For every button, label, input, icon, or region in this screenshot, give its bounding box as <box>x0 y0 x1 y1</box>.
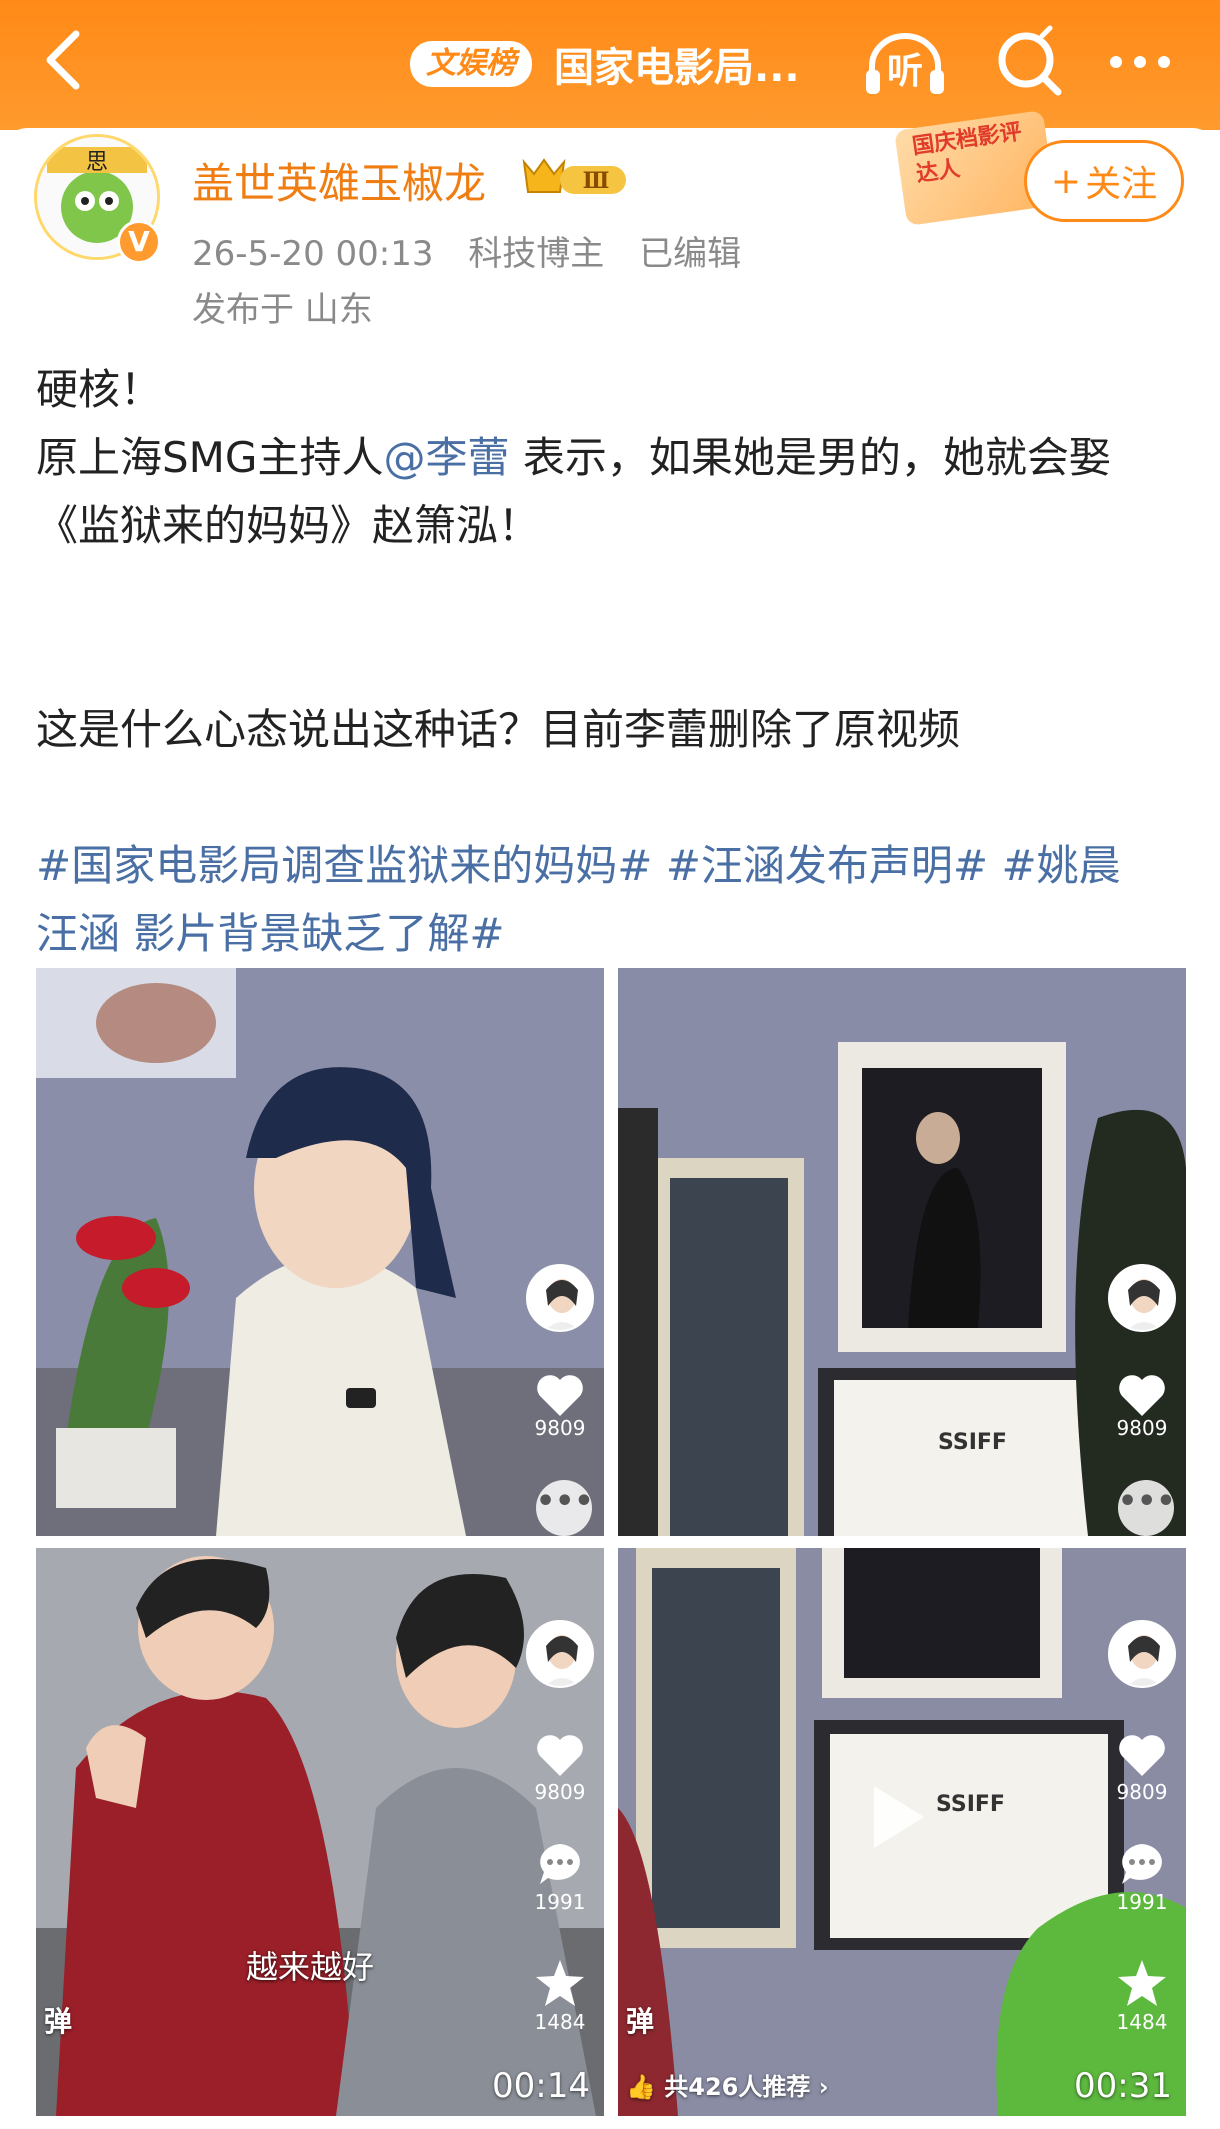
top-bar: 文娱榜 国家电影局... 听 <box>0 0 1220 130</box>
video-duration: 00:31 <box>1074 2066 1172 2106</box>
creator-avatar[interactable] <box>1108 1264 1176 1332</box>
verified-badge: V <box>117 220 161 264</box>
video-thumbnail-woman-interview <box>36 968 604 1536</box>
post-content: 硬核！ 原上海SMG主持人@李蕾 表示，如果她是男的，她就会娶 《监狱来的妈妈》… <box>36 356 1196 968</box>
hashtags-line-2[interactable]: 汪涵 影片背景缺乏了解# <box>36 900 1196 968</box>
content-line-4: 这是什么心态说出这种话？目前李蕾删除了原视频 <box>36 705 961 754</box>
video-thumbnail-wall-frames <box>618 968 1186 1536</box>
level-badge-text: Ⅲ <box>583 168 610 194</box>
post-date: 26-5-20 00:13 <box>192 234 434 274</box>
heart-icon[interactable] <box>534 1372 586 1422</box>
post-meta: 26-5-20 00:13 科技博主 已编辑 <box>192 226 765 275</box>
more-dots-button[interactable]: ••• <box>536 1480 594 1536</box>
media-tile-2[interactable]: SSIFF 9809 ••• <box>618 968 1186 1536</box>
comment-count: 1991 <box>1116 1890 1168 1914</box>
video-subtitle: 越来越好 <box>246 1948 375 1986</box>
star-icon[interactable] <box>1116 1958 1168 2012</box>
author-name[interactable]: 盖世英雄玉椒龙 <box>192 150 486 211</box>
media-tile-1[interactable]: 9809 ••• <box>36 968 604 1536</box>
chevron-left-icon <box>46 30 80 90</box>
back-button[interactable] <box>36 22 96 98</box>
search-icon <box>998 25 1062 96</box>
search-button[interactable] <box>990 22 1070 102</box>
plus-icon: + <box>1050 160 1082 202</box>
content-line-3: 《监狱来的妈妈》赵箫泓！ <box>36 501 541 550</box>
danmaku-toggle[interactable]: 弹 <box>44 2000 72 2040</box>
comment-icon[interactable] <box>1116 1840 1168 1892</box>
author-role: 科技博主 <box>468 234 605 274</box>
comment-count: 1991 <box>534 1890 586 1914</box>
level-badge-icon: Ⅲ <box>522 158 626 194</box>
follow-label: 关注 <box>1085 164 1158 205</box>
media-tile-4[interactable]: SSIFF 弹 9809 1991 1484 👍 共426人推荐 › 00:31 <box>618 1548 1186 2116</box>
heart-icon[interactable] <box>1116 1372 1168 1422</box>
post-location: 发布于 山东 <box>192 290 373 330</box>
content-line-2-start: 原上海SMG主持人 <box>36 433 384 482</box>
title-wrap: 文娱榜 国家电影局... <box>410 36 800 92</box>
more-dots-button[interactable]: ••• <box>1118 1480 1176 1536</box>
like-count: 9809 <box>1116 1416 1168 1440</box>
favorite-count: 1484 <box>534 2010 586 2034</box>
heart-icon[interactable] <box>534 1732 586 1782</box>
listen-button[interactable]: 听 <box>860 24 950 104</box>
listen-label: 听 <box>886 51 923 92</box>
danmaku-toggle[interactable]: 弹 <box>626 2000 654 2040</box>
comment-icon[interactable] <box>534 1840 586 1892</box>
play-icon[interactable] <box>868 1782 928 1852</box>
weibo-post-page: 文娱榜 国家电影局... 听 思 V 盖世英雄玉椒龙 Ⅲ 26-5-20 00:… <box>0 0 1220 2129</box>
edited-label[interactable]: 已编辑 <box>639 234 741 274</box>
content-line-2: 原上海SMG主持人@李蕾 表示，如果她是男的，她就会娶 <box>36 424 1196 492</box>
recommend-count[interactable]: 👍 共426人推荐 › <box>626 2067 829 2102</box>
video-duration: 00:14 <box>492 2066 590 2106</box>
chevron-right-icon: › <box>818 2073 829 2101</box>
creator-avatar[interactable] <box>526 1264 594 1332</box>
media-tile-3[interactable]: 越来越好 弹 9809 1991 1484 00:14 <box>36 1548 604 2116</box>
rank-badge[interactable]: 文娱榜 <box>410 41 532 87</box>
more-dots-icon <box>1110 56 1170 68</box>
avatar-text: 思 <box>86 150 108 175</box>
certificate-text: SSIFF <box>938 1430 1007 1455</box>
thumbs-up-icon: 👍 <box>626 2073 656 2101</box>
content-line-2-end: 表示，如果她是男的，她就会娶 <box>509 433 1111 482</box>
star-icon[interactable] <box>534 1958 586 2012</box>
creator-avatar[interactable] <box>1108 1620 1176 1688</box>
like-count: 9809 <box>534 1780 586 1804</box>
page-title: 国家电影局... <box>554 45 800 91</box>
follow-button[interactable]: + 关注 <box>1024 140 1184 222</box>
favorite-count: 1484 <box>1116 2010 1168 2034</box>
creator-avatar[interactable] <box>526 1620 594 1688</box>
recommend-text: 共426人推荐 <box>664 2073 811 2101</box>
more-button[interactable] <box>1100 22 1180 102</box>
hashtags-line-1[interactable]: #国家电影局调查监狱来的妈妈# #汪涵发布声明# #姚晨 <box>36 832 1196 900</box>
video-thumbnail-women-outdoors <box>36 1548 604 2116</box>
like-count: 9809 <box>1116 1780 1168 1804</box>
certificate-text: SSIFF <box>936 1792 1005 1817</box>
like-count: 9809 <box>534 1416 586 1440</box>
mention-link[interactable]: @李蕾 <box>383 433 509 482</box>
content-line-1: 硬核！ <box>36 365 163 414</box>
heart-icon[interactable] <box>1116 1732 1168 1782</box>
